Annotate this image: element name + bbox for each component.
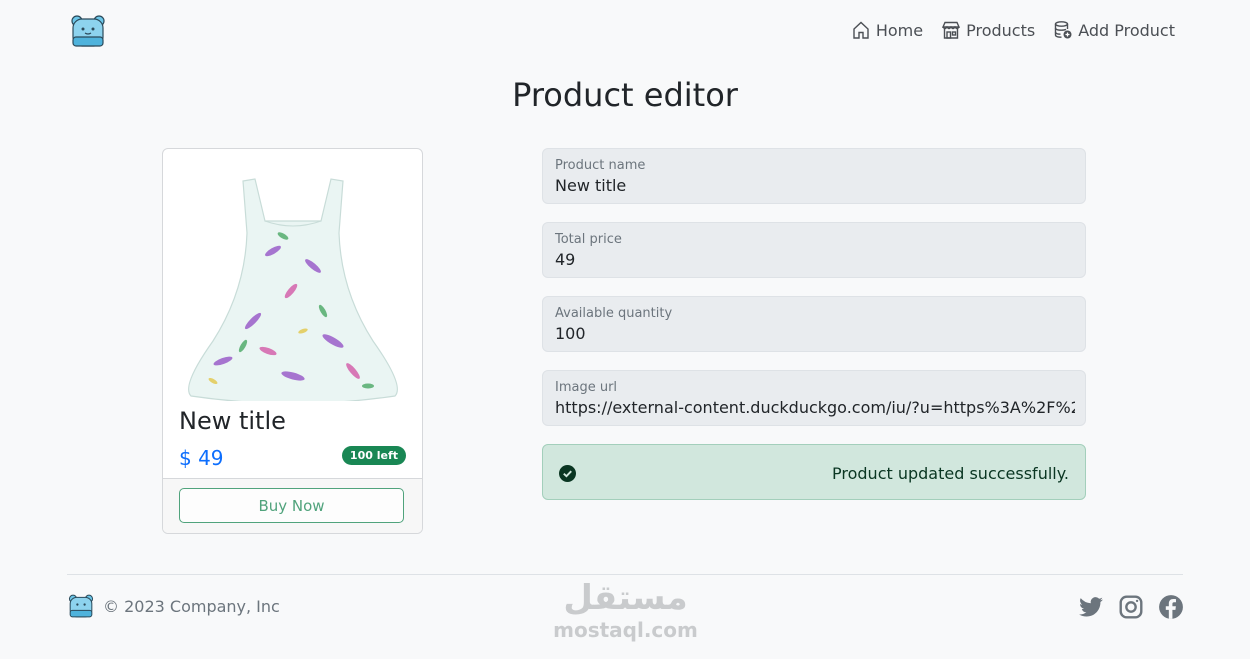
alert-message: Product updated successfully. — [832, 464, 1069, 483]
nav-add-product[interactable]: Add Product — [1053, 20, 1175, 40]
page-title: Product editor — [512, 76, 738, 114]
nav-add-product-label: Add Product — [1078, 20, 1175, 40]
watermark-english: mostaql.com — [553, 618, 698, 642]
stock-badge: 100 left — [341, 446, 406, 465]
total-price-field[interactable]: Total price — [542, 222, 1086, 278]
database-add-icon — [1054, 21, 1072, 39]
nav-products-label: Products — [966, 20, 1036, 40]
bear-logo-icon[interactable] — [68, 593, 94, 619]
product-card-price: $ 49 — [179, 446, 224, 470]
product-name-field[interactable]: Product name — [542, 148, 1086, 204]
watermark-arabic: مستقل — [563, 578, 688, 618]
social-links — [1078, 594, 1184, 620]
home-icon — [853, 21, 869, 39]
twitter-icon[interactable] — [1078, 594, 1104, 620]
facebook-icon[interactable] — [1158, 594, 1184, 620]
success-alert: Product updated successfully. — [542, 444, 1086, 500]
product-name-input[interactable] — [555, 176, 1075, 195]
instagram-icon[interactable] — [1118, 594, 1144, 620]
nav-products[interactable]: Products — [941, 20, 1035, 40]
total-price-label: Total price — [555, 232, 622, 247]
buy-now-button[interactable]: Buy Now — [179, 488, 404, 523]
product-card-title: New title — [179, 407, 286, 435]
nav-home[interactable]: Home — [851, 20, 923, 40]
product-name-label: Product name — [555, 158, 646, 173]
image-url-label: Image url — [555, 380, 618, 395]
image-url-field[interactable]: Image url — [542, 370, 1086, 426]
check-circle-icon — [559, 465, 576, 482]
product-card-footer: Buy Now — [163, 478, 422, 533]
bear-logo-icon[interactable] — [70, 13, 106, 49]
copyright-text: © 2023 Company, Inc — [103, 597, 280, 616]
mostaql-watermark: مستقل mostaql.com — [548, 578, 703, 642]
available-quantity-input[interactable] — [555, 324, 1075, 343]
nav-home-label: Home — [875, 20, 924, 40]
product-card: New title $ 49 100 left Buy Now — [162, 148, 423, 534]
shop-icon — [942, 21, 961, 39]
total-price-input[interactable] — [555, 250, 1075, 269]
main-nav: Home Products Add Product — [851, 20, 1175, 40]
footer-divider — [67, 574, 1183, 575]
image-url-input[interactable] — [555, 398, 1075, 417]
available-quantity-field[interactable]: Available quantity — [542, 296, 1086, 352]
available-quantity-label: Available quantity — [555, 306, 673, 321]
product-image-dress — [188, 178, 398, 401]
